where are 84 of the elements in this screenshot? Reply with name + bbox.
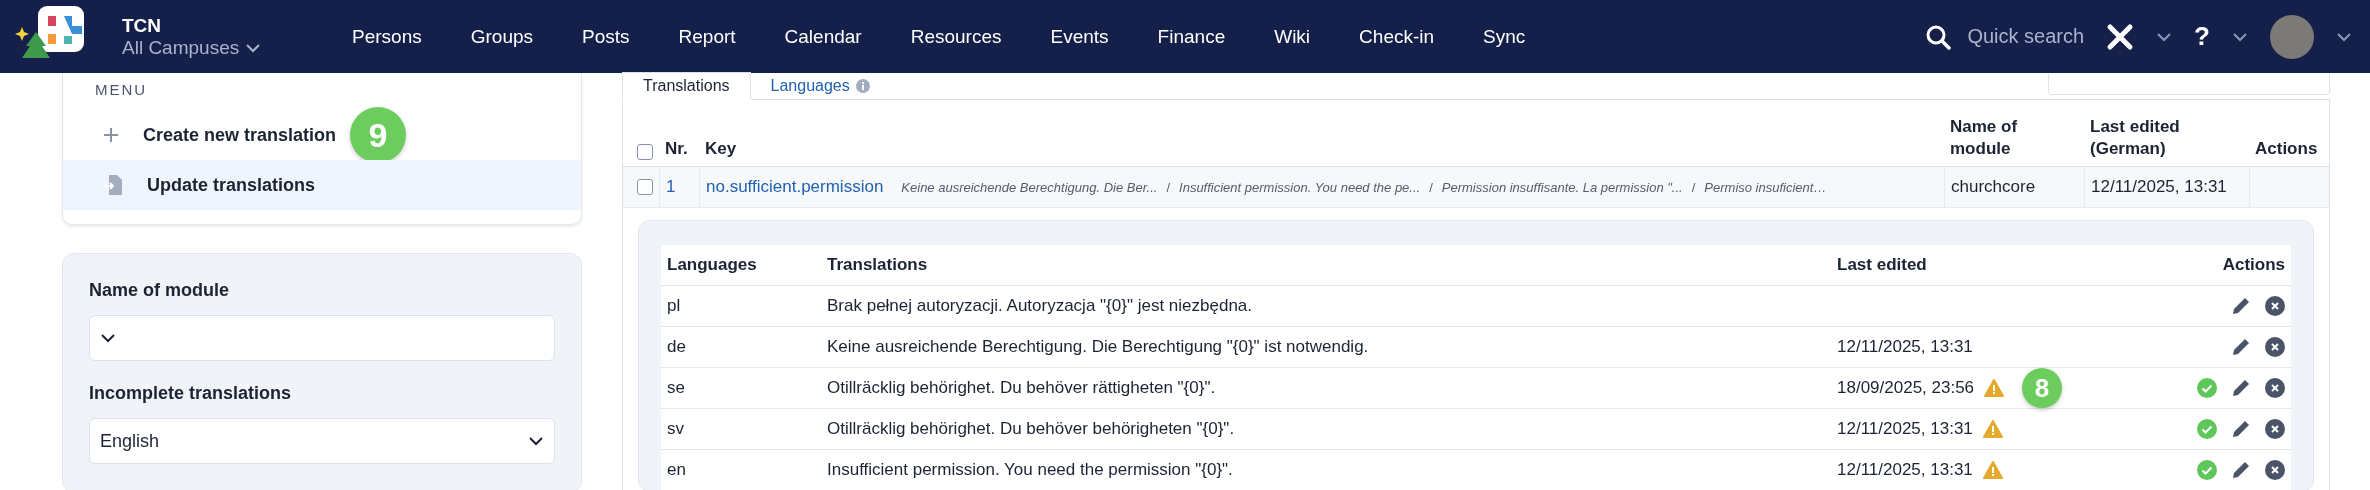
separator: / [1691, 179, 1696, 195]
nav-item[interactable]: Report [678, 25, 736, 48]
column-header: Nr. [664, 137, 689, 160]
nav-item[interactable]: Finance [1157, 25, 1226, 48]
table-cell: Otillräcklig behörighet. Du behöver behörigheten "{0}". [827, 419, 1235, 439]
separator: / [1166, 179, 1171, 195]
delete-icon[interactable] [2265, 378, 2285, 398]
nav-item[interactable]: Groups [470, 25, 533, 48]
quick-search-field[interactable]: Quick search [1967, 25, 2085, 48]
nav-item[interactable]: Resources [910, 25, 1002, 48]
organization-title: TCN [122, 14, 163, 37]
chevron-down-icon [100, 333, 116, 343]
filter-select[interactable]: English [89, 418, 555, 464]
table-cell: 18/09/2025, 23:56 [1837, 378, 1975, 398]
menu-item-label: Update translations [147, 174, 316, 196]
column-header: Translations [827, 255, 928, 275]
nav-item[interactable]: Posts [582, 25, 630, 48]
delete-icon[interactable] [2265, 460, 2285, 480]
column-header: Last edited (German) [2089, 115, 2181, 160]
search-icon[interactable] [1925, 23, 1952, 50]
column-header: Key [704, 137, 738, 160]
step-badge: 9 [350, 107, 407, 163]
table-cell: en [667, 460, 686, 480]
search-field[interactable] [2048, 74, 2330, 95]
table-cell: se [667, 378, 685, 398]
separator: / [1429, 179, 1433, 195]
column-header: Languages [667, 255, 757, 275]
edit-icon[interactable] [2231, 419, 2251, 439]
table-cell: 12/11/2025, 13:31 [1837, 419, 1973, 439]
translation-preview: Insufficient permission. You need the pe... [1179, 179, 1421, 195]
edit-icon[interactable] [2231, 460, 2251, 480]
plus-icon [103, 127, 119, 143]
delete-icon[interactable] [2265, 337, 2285, 357]
chevron-down-icon [2156, 31, 2173, 42]
nav-item[interactable]: Sync [1483, 25, 1526, 48]
tab[interactable]: Translations [622, 72, 751, 100]
chevron-down-icon [2336, 31, 2352, 42]
table-cell: 12/11/2025, 13:31 [2091, 177, 2227, 197]
table-cell: Brak pełnej autoryzacji. Autoryzacja "{0}" jest niezbędna. [827, 296, 1253, 316]
chevron-down-icon [2232, 31, 2248, 42]
nav-item[interactable]: Check-in [1359, 25, 1435, 48]
file-import-icon [103, 174, 123, 196]
nav-item[interactable]: Wiki [1274, 25, 1311, 48]
table-cell: 12/11/2025, 13:31 [1837, 460, 1973, 480]
table-cell: Otillräcklig behörighet. Du behöver rättigheten "{0}". [827, 378, 1216, 398]
table-cell: de [667, 337, 686, 357]
translation-preview: Permission insuffisante. La permission "... [1441, 179, 1683, 195]
chevron-down-icon [528, 436, 544, 446]
column-header: Name of module [1949, 115, 2019, 160]
campus-dropdown[interactable]: All Campuses [122, 36, 262, 59]
chevron-down-icon [245, 42, 262, 53]
edit-icon[interactable] [2231, 378, 2251, 398]
edit-icon[interactable] [2231, 337, 2251, 357]
column-header: Last edited [1837, 255, 1927, 275]
delete-icon[interactable] [2265, 296, 2285, 316]
nav-item[interactable]: Persons [352, 25, 422, 48]
translation-preview: Permiso insuficient… [1704, 179, 1827, 195]
table-cell: pl [667, 296, 681, 316]
row-number-link[interactable]: 1 [666, 177, 676, 197]
column-header: Actions [2254, 137, 2319, 160]
nav-item[interactable]: Events [1050, 25, 1109, 48]
table-cell: Keine ausreichende Berechtigung. Die Berechtigung "{0}" ist notwendig. [827, 337, 1369, 357]
menu-item[interactable]: Update translations [63, 160, 581, 210]
table-cell: sv [667, 419, 684, 439]
filter-label: Incomplete translations [89, 383, 293, 404]
menu-heading: MENU [94, 80, 149, 100]
help-button[interactable]: ? [2194, 21, 2210, 52]
column-header: Actions [2222, 255, 2285, 275]
info-icon [855, 79, 870, 93]
translation-preview: Keine ausreichende Berechtigung. Die Ber... [901, 179, 1158, 195]
tab[interactable]: Languages [750, 73, 890, 99]
select-all-checkbox[interactable] [637, 144, 653, 160]
table-cell: Insufficient permission. You need the permission "{0}". [827, 460, 1233, 480]
avatar[interactable] [2270, 14, 2314, 59]
table-cell: 12/11/2025, 13:31 [1837, 337, 1973, 357]
edit-icon[interactable] [2231, 296, 2251, 316]
delete-icon[interactable] [2265, 419, 2285, 439]
filter-label: Name of module [89, 280, 231, 301]
table-cell: churchcore [1951, 177, 2036, 197]
nav-item[interactable]: Calendar [784, 25, 862, 48]
menu-item-label: Create new translation [143, 124, 337, 146]
key-link[interactable]: no.sufficient.permission [706, 177, 884, 197]
row-checkbox[interactable] [637, 179, 653, 195]
step-badge: 8 [2022, 368, 2063, 408]
